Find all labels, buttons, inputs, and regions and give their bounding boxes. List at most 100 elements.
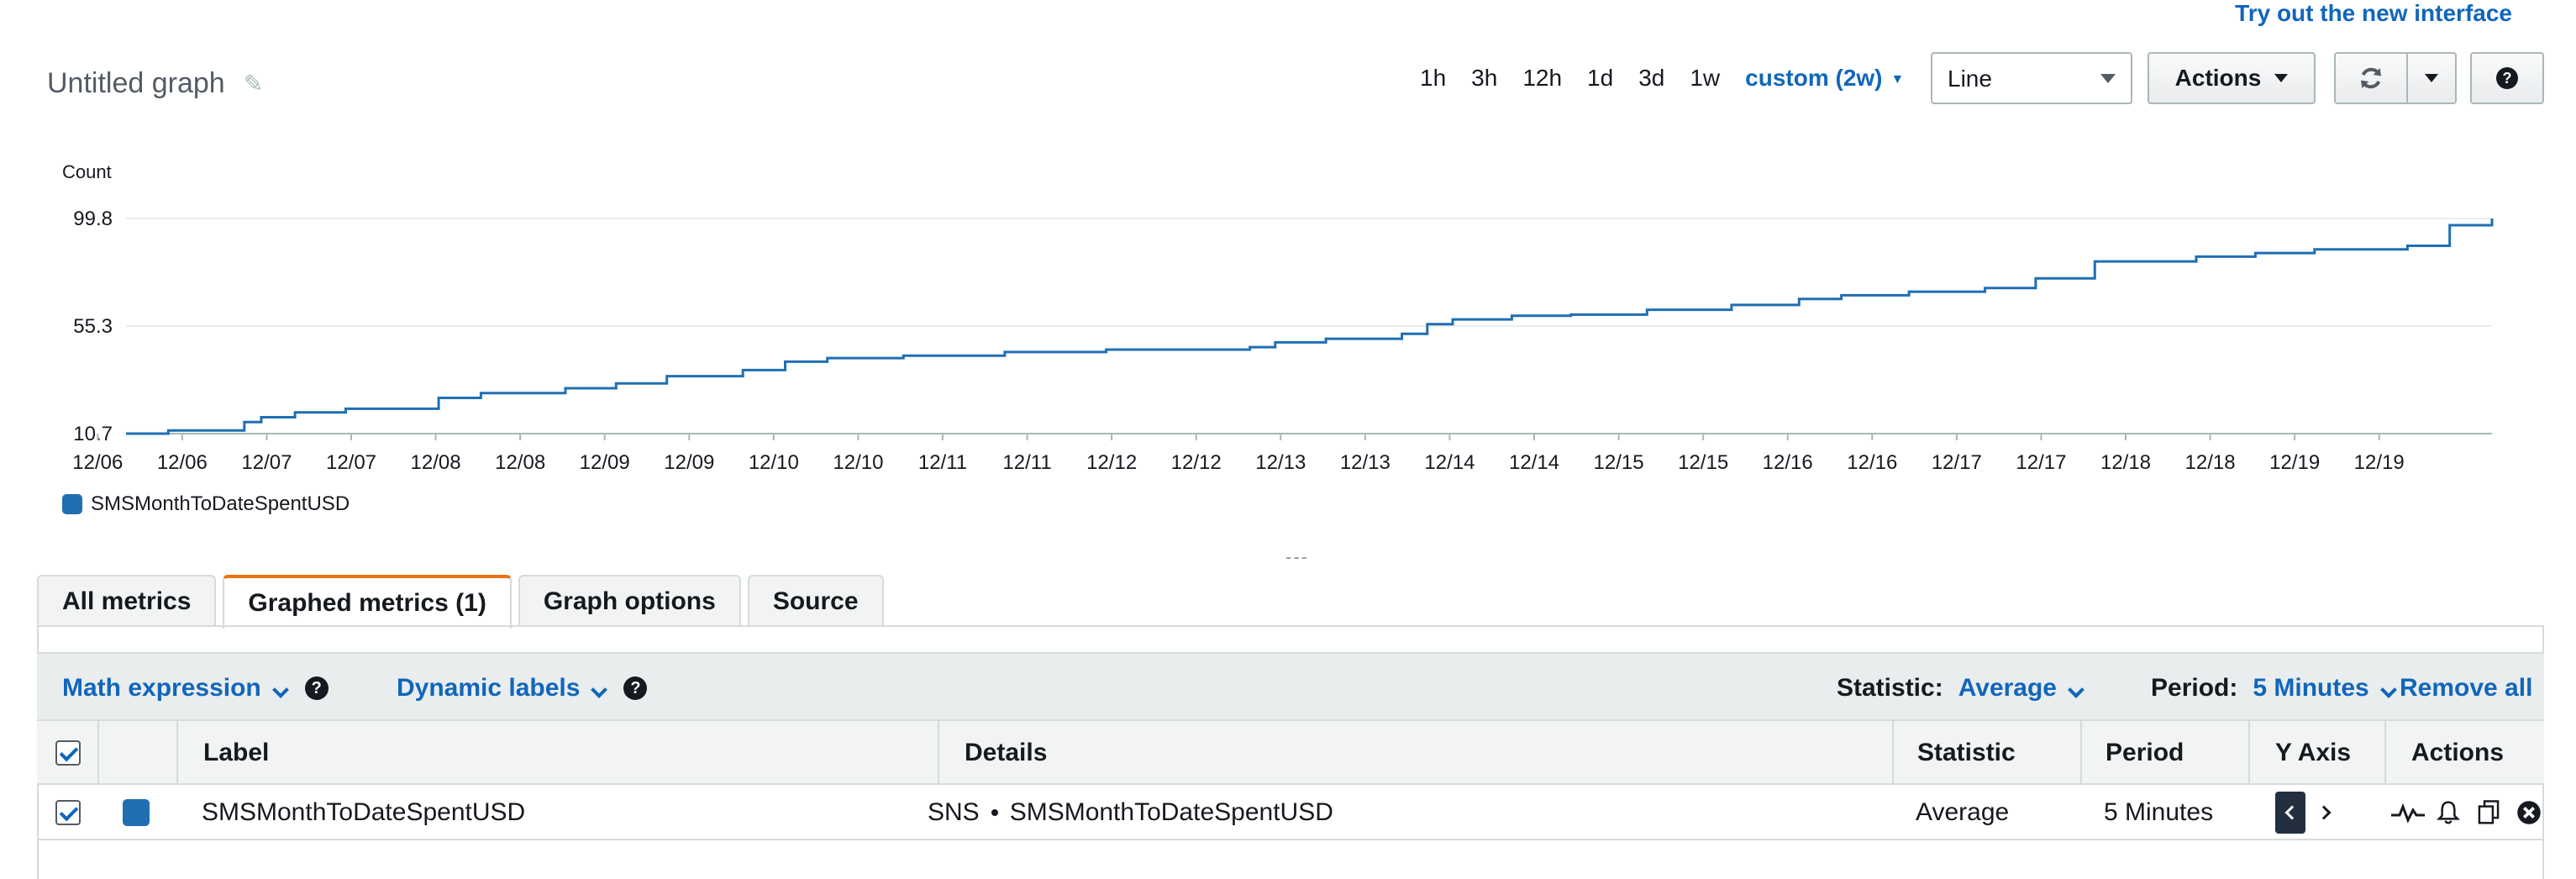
tab-graphed-metrics[interactable]: Graphed metrics (1) — [223, 575, 512, 629]
x-tick-label: 12/12 — [1086, 451, 1137, 474]
row-details-namespace: SNS — [928, 798, 980, 826]
x-tick-label: 12/19 — [2354, 451, 2405, 474]
x-tick-label: 12/13 — [1255, 451, 1306, 474]
metrics-table-header: Label Details Statistic Period Y Axis Ac… — [37, 721, 2544, 785]
chevron-right-icon — [2316, 805, 2332, 820]
chevron-down-icon — [2379, 682, 2397, 698]
period-label: Period: — [2151, 674, 2238, 702]
tab-graph-options[interactable]: Graph options — [518, 575, 741, 627]
tab-all-metrics[interactable]: All metrics — [37, 575, 217, 627]
try-new-interface-link[interactable]: Try out the new interface — [2235, 0, 2512, 27]
x-tick-label: 12/08 — [495, 451, 545, 474]
details-column-header[interactable]: Details — [938, 721, 1892, 785]
row-period[interactable]: 5 Minutes — [2104, 785, 2213, 840]
help-icon[interactable]: ? — [304, 676, 329, 700]
copy-icon[interactable] — [2470, 794, 2507, 831]
range-12h-button[interactable]: 12h — [1522, 65, 1562, 92]
range-3d-button[interactable]: 3d — [1638, 65, 1664, 92]
actions-label: Actions — [2174, 65, 2262, 91]
range-custom-button[interactable]: custom (2w) ▼ — [1745, 65, 1904, 92]
graph-title[interactable]: Untitled graph — [47, 67, 225, 100]
x-tick-label: 12/08 — [411, 451, 461, 474]
y-tick-label: 10.7 — [73, 423, 113, 445]
x-tick-label: 12/10 — [833, 451, 883, 474]
x-tick-label: 12/06 — [72, 451, 123, 474]
actions-button[interactable]: Actions — [2148, 52, 2316, 104]
graph-type-value: Line — [1948, 66, 1992, 92]
remove-all-group: Remove all — [2400, 674, 2532, 703]
actions-column-header: Actions — [2384, 721, 2544, 785]
statistic-group: Statistic: Average — [1837, 674, 2084, 703]
x-tick-label: 12/12 — [1171, 451, 1222, 474]
y-axis-right-button[interactable] — [2311, 792, 2341, 834]
y-axis-column-header[interactable]: Y Axis — [2248, 721, 2384, 785]
close-icon[interactable] — [2510, 794, 2547, 831]
graph-type-select[interactable]: Line — [1931, 52, 2132, 104]
series-color-swatch[interactable] — [123, 799, 150, 826]
tab-source[interactable]: Source — [747, 575, 884, 627]
x-tick-label: 12/06 — [157, 451, 208, 474]
chart-legend: SMSMonthToDateSpentUSD — [62, 492, 350, 516]
line-graph-icon[interactable] — [2389, 794, 2426, 831]
time-range-toolbar: 1h 3h 12h 1d 3d 1w custom (2w) ▼ — [1420, 52, 1927, 104]
x-tick-label: 12/07 — [326, 451, 376, 474]
x-tick-label: 12/15 — [1594, 451, 1644, 474]
legend-label[interactable]: SMSMonthToDateSpentUSD — [91, 492, 350, 516]
x-tick-label: 12/10 — [749, 451, 799, 474]
color-header-cell — [97, 721, 176, 785]
refresh-options-button[interactable] — [2406, 52, 2457, 104]
y-axis-left-button[interactable] — [2275, 792, 2305, 834]
row-actions-cell — [2389, 785, 2547, 840]
y-tick-label: 99.8 — [73, 208, 113, 230]
select-all-cell — [37, 721, 97, 785]
dynamic-labels-dropdown[interactable]: Dynamic labels — [397, 674, 608, 703]
refresh-icon — [2361, 67, 2381, 89]
row-label[interactable]: SMSMonthToDateSpentUSD — [202, 785, 525, 840]
table-row: SMSMonthToDateSpentUSD SNS SMSMonthToDate… — [37, 785, 2544, 840]
caret-down-icon — [2100, 74, 2116, 83]
statistic-dropdown[interactable]: Average — [1958, 674, 2084, 703]
label-column-header[interactable]: Label — [176, 721, 938, 785]
row-color-cell — [123, 785, 150, 840]
range-custom-label: custom (2w) — [1745, 65, 1883, 91]
legend-swatch[interactable] — [62, 494, 82, 514]
dynamic-labels-label: Dynamic labels — [397, 674, 581, 702]
x-tick-label: 12/16 — [1763, 451, 1813, 474]
math-expression-dropdown[interactable]: Math expression — [62, 674, 289, 703]
range-1d-button[interactable]: 1d — [1587, 65, 1613, 92]
row-statistic[interactable]: Average — [1916, 785, 2009, 840]
x-tick-label: 12/07 — [241, 451, 292, 474]
row-checkbox[interactable] — [55, 800, 81, 825]
x-tick-label: 12/11 — [1002, 451, 1051, 474]
help-button[interactable]: ? — [2470, 52, 2544, 104]
refresh-button[interactable] — [2334, 52, 2408, 104]
range-3h-button[interactable]: 3h — [1471, 65, 1497, 92]
remove-all-link[interactable]: Remove all — [2400, 674, 2532, 703]
select-all-checkbox[interactable] — [55, 740, 81, 766]
period-dropdown[interactable]: 5 Minutes — [2253, 674, 2397, 703]
math-expression-label: Math expression — [62, 674, 261, 702]
help-icon[interactable]: ? — [623, 676, 648, 700]
range-1w-button[interactable]: 1w — [1690, 65, 1720, 92]
x-tick-label: 12/14 — [1509, 451, 1559, 474]
x-tick-label: 12/17 — [2016, 451, 2066, 474]
metrics-tabs: All metrics Graphed metrics (1) Graph op… — [37, 575, 884, 629]
statistic-value: Average — [1958, 674, 2057, 702]
period-value: 5 Minutes — [2253, 674, 2369, 702]
bell-icon[interactable] — [2430, 794, 2467, 831]
row-details[interactable]: SNS SMSMonthToDateSpentUSD — [928, 785, 1333, 840]
graph-title-container: Untitled graph ✎ — [47, 67, 263, 100]
statistic-column-header[interactable]: Statistic — [1892, 721, 2080, 785]
x-tick-label: 12/18 — [2100, 451, 2151, 474]
range-1h-button[interactable]: 1h — [1420, 65, 1446, 92]
chevron-left-icon — [2284, 805, 2300, 820]
metric-line-chart: Count 99.8 55.3 10.7 12/06 12/06 12/07 12/07 12/… — [62, 161, 2494, 474]
x-tick-label: 12/09 — [580, 451, 630, 474]
x-tick-label: 12/13 — [1340, 451, 1391, 474]
pencil-icon[interactable]: ✎ — [244, 70, 263, 97]
caret-down-icon: ▼ — [1890, 71, 1905, 87]
resize-handle[interactable]: --- — [1285, 546, 1309, 568]
chevron-down-icon — [271, 682, 289, 698]
y-tick-label: 55.3 — [73, 315, 113, 338]
period-column-header[interactable]: Period — [2080, 721, 2248, 785]
